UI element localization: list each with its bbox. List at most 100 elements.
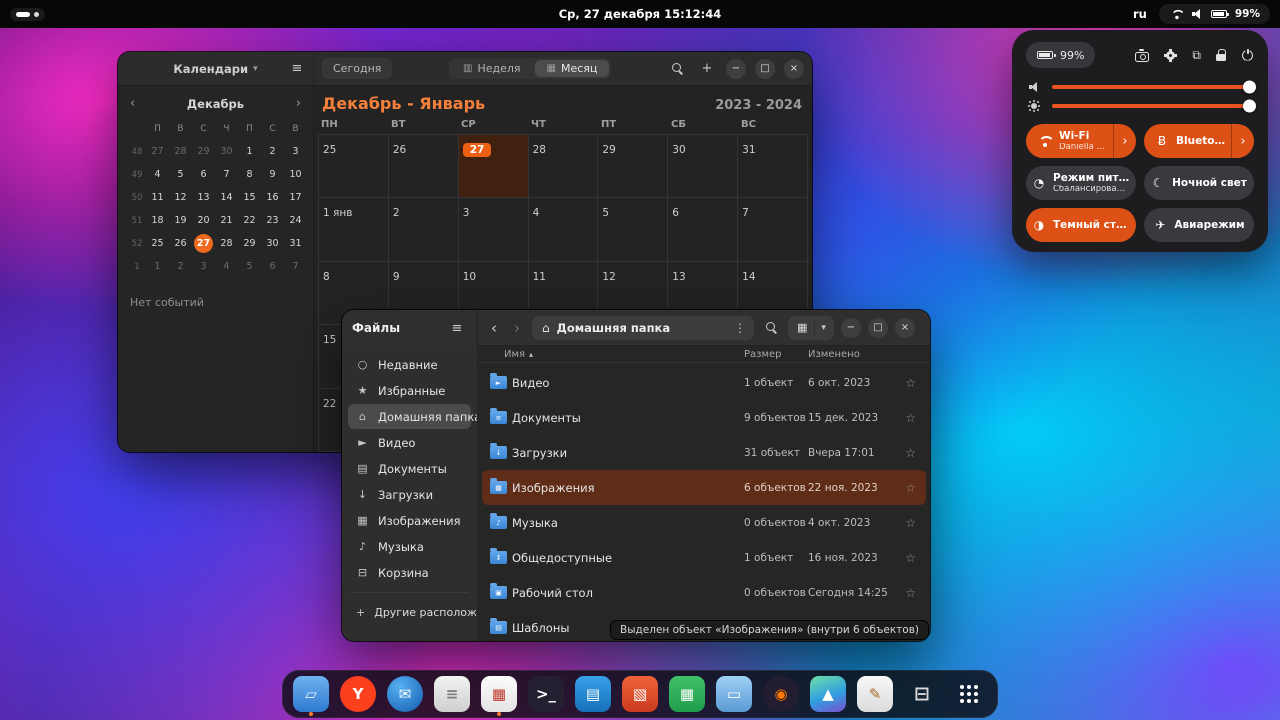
file-row[interactable]: ↓Загрузки31 объектВчера 17:01☆ — [482, 435, 926, 470]
mini-day-cell[interactable]: 21 — [217, 211, 236, 230]
calendar-day-cell[interactable]: 7 — [738, 198, 808, 261]
path-bar[interactable]: ⌂ Домашняя папка ⋮ — [532, 316, 754, 340]
mini-day-cell[interactable]: 2 — [171, 257, 190, 276]
mini-day-cell[interactable]: 9 — [263, 165, 282, 184]
dock-calc-button[interactable]: ▦ — [668, 672, 706, 716]
mini-day-cell[interactable]: 10 — [286, 165, 305, 184]
mini-day-cell[interactable]: 11 — [148, 188, 167, 207]
mini-day-cell[interactable]: 5 — [240, 257, 259, 276]
dock-impress-button[interactable]: ▧ — [621, 672, 659, 716]
sidebar-item-starred[interactable]: ★Избранные — [348, 378, 471, 403]
close-button[interactable]: × — [895, 318, 915, 338]
mini-day-cell[interactable]: 29 — [194, 142, 213, 161]
toggle-bluetooth[interactable]: ɃBluetooth› — [1144, 124, 1254, 158]
mini-day-cell[interactable]: 5 — [171, 165, 190, 184]
toggle-airplane-mode[interactable]: ✈Авиарежим — [1144, 208, 1254, 242]
keyboard-layout-indicator[interactable]: ru — [1133, 7, 1147, 21]
screenshot-icon[interactable] — [1135, 52, 1149, 62]
mini-day-cell[interactable]: 1 — [240, 142, 259, 161]
minimize-button[interactable]: − — [841, 318, 861, 338]
mini-day-cell[interactable]: 24 — [286, 211, 305, 230]
calendar-day-cell[interactable]: 27 — [459, 135, 529, 198]
mini-day-cell[interactable]: 16 — [263, 188, 282, 207]
close-button[interactable]: × — [784, 59, 804, 79]
toggle-power-mode[interactable]: ◔Режим питанияСбалансированный — [1026, 166, 1136, 200]
previous-month-button[interactable]: ‹ — [130, 96, 135, 111]
minimize-button[interactable]: − — [726, 59, 746, 79]
dock-app-grid-button[interactable] — [950, 672, 988, 716]
sidebar-item-downloads[interactable]: ↓Загрузки — [348, 482, 471, 507]
chevron-right-icon[interactable]: › — [1113, 124, 1136, 158]
lock-icon[interactable] — [1216, 49, 1226, 61]
mini-day-cell[interactable]: 6 — [263, 257, 282, 276]
mini-day-cell[interactable]: 26 — [171, 234, 190, 253]
calendar-day-cell[interactable]: 29 — [598, 135, 668, 198]
back-button[interactable]: ‹ — [486, 319, 502, 337]
mini-day-cell[interactable]: 31 — [286, 234, 305, 253]
mini-day-cell[interactable]: 7 — [286, 257, 305, 276]
dock-calendar-button[interactable]: ▦ — [480, 672, 518, 716]
mini-day-cell[interactable]: 20 — [194, 211, 213, 230]
maximize-button[interactable]: □ — [755, 59, 775, 79]
sidebar-item-pictures[interactable]: ▦Изображения — [348, 508, 471, 533]
mini-day-cell[interactable]: 4 — [148, 165, 167, 184]
toggle-night-light[interactable]: ☾Ночной свет — [1144, 166, 1254, 200]
settings-icon[interactable] — [1164, 49, 1177, 62]
next-month-button[interactable]: › — [296, 96, 301, 111]
mini-day-cell[interactable]: 3 — [286, 142, 305, 161]
today-button[interactable]: Сегодня — [322, 58, 392, 79]
file-row[interactable]: ≡Документы9 объектов15 дек. 2023☆ — [482, 400, 926, 435]
dock-mail-button[interactable]: ✉ — [386, 672, 424, 716]
mini-day-cell[interactable]: 25 — [148, 234, 167, 253]
file-row[interactable]: ▣Рабочий стол0 объектовСегодня 14:25☆ — [482, 575, 926, 610]
brightness-track[interactable] — [1052, 104, 1254, 108]
dock-writer-button[interactable]: ▤ — [574, 672, 612, 716]
mini-day-cell[interactable]: 30 — [263, 234, 282, 253]
star-icon[interactable]: ☆ — [898, 481, 920, 495]
sidebar-item-recent[interactable]: ○Недавние — [348, 352, 471, 377]
calendar-day-cell[interactable]: 31 — [738, 135, 808, 198]
calendar-day-cell[interactable]: 2 — [389, 198, 459, 261]
mini-day-cell[interactable]: 14 — [217, 188, 236, 207]
column-modified[interactable]: Изменено — [808, 349, 898, 360]
mini-day-cell[interactable]: 2 — [263, 142, 282, 161]
sidebar-item-other-locations[interactable]: + Другие расположения — [348, 600, 471, 624]
brightness-slider[interactable] — [1026, 100, 1254, 114]
dock-browser-button[interactable]: Y — [339, 672, 377, 716]
sidebar-item-videos[interactable]: ►Видео — [348, 430, 471, 455]
week-view-button[interactable]: ▥ Неделя — [451, 60, 533, 77]
view-options-button[interactable]: ▦ ▾ — [788, 316, 834, 340]
star-icon[interactable]: ☆ — [898, 376, 920, 390]
mini-day-cell[interactable]: 13 — [194, 188, 213, 207]
path-menu-button[interactable]: ⋮ — [732, 321, 748, 335]
calendar-day-cell[interactable]: 25 — [319, 135, 389, 198]
mini-day-cell[interactable]: 6 — [194, 165, 213, 184]
mini-day-cell[interactable]: 17 — [286, 188, 305, 207]
mini-day-cell[interactable]: 23 — [263, 211, 282, 230]
chevron-right-icon[interactable]: › — [1231, 124, 1254, 158]
files-hamburger-menu-button[interactable]: ≡ — [447, 318, 467, 338]
mini-day-cell[interactable]: 3 — [194, 257, 213, 276]
mini-day-cell[interactable]: 22 — [240, 211, 259, 230]
system-status-area[interactable]: 99% — [1159, 4, 1270, 24]
file-row[interactable]: ▦Изображения6 объектов22 ноя. 2023☆ — [482, 470, 926, 505]
mini-calendar[interactable]: ПВСЧПСВ482728293012349456789105011121314… — [128, 117, 303, 278]
volume-knob[interactable] — [1243, 80, 1256, 93]
mini-day-cell[interactable]: 27 — [148, 142, 167, 161]
column-size[interactable]: Размер — [744, 349, 808, 360]
mini-day-cell[interactable]: 15 — [240, 188, 259, 207]
mini-day-cell[interactable]: 28 — [171, 142, 190, 161]
file-row[interactable]: ♪Музыка0 объектов4 окт. 2023☆ — [482, 505, 926, 540]
activities-indicator[interactable] — [10, 8, 45, 21]
files-search-button[interactable] — [761, 318, 781, 338]
column-name[interactable]: Имя ▴ — [488, 349, 744, 360]
mini-day-cell[interactable]: 7 — [217, 165, 236, 184]
mini-day-cell[interactable]: 29 — [240, 234, 259, 253]
calendar-day-cell[interactable]: 30 — [668, 135, 738, 198]
file-row[interactable]: ►Видео1 объект6 окт. 2023☆ — [482, 365, 926, 400]
search-button[interactable] — [668, 59, 688, 79]
calendar-day-cell[interactable]: 6 — [668, 198, 738, 261]
mini-day-cell[interactable]: 8 — [240, 165, 259, 184]
star-icon[interactable]: ☆ — [898, 411, 920, 425]
volume-slider[interactable] — [1026, 80, 1254, 94]
